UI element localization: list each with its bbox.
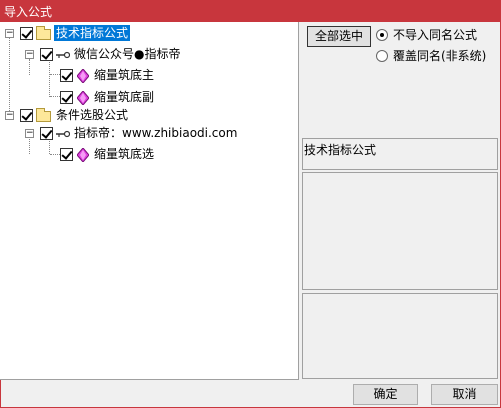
tree-checkbox[interactable] xyxy=(20,109,33,122)
gem-icon xyxy=(77,148,89,162)
tree-node-label[interactable]: 缩量筑底选 xyxy=(94,146,154,162)
select-all-button[interactable]: 全部选中 xyxy=(307,26,371,47)
tree-node-label[interactable]: 技术指标公式 xyxy=(54,25,131,41)
category-label: 技术指标公式 xyxy=(304,143,377,157)
tree-node-label[interactable]: 缩量筑底主 xyxy=(94,67,154,83)
collapse-toggle[interactable]: − xyxy=(5,29,14,38)
tree-checkbox[interactable] xyxy=(60,69,73,82)
category-panel: 技术指标公式 xyxy=(302,138,498,170)
collapse-toggle[interactable]: − xyxy=(25,50,34,59)
tree-node-formula[interactable]: 缩量筑底主 xyxy=(0,67,299,85)
tree-checkbox[interactable] xyxy=(20,27,33,40)
key-icon xyxy=(56,130,70,138)
gem-icon xyxy=(77,91,89,105)
tree-checkbox[interactable] xyxy=(60,148,73,161)
gem-icon xyxy=(77,69,89,83)
tree-checkbox[interactable] xyxy=(40,127,53,140)
title-bar[interactable]: 导入公式 xyxy=(0,0,501,22)
formula-info-panel xyxy=(302,172,498,290)
radio-overwrite-label[interactable]: 覆盖同名(非系统) xyxy=(393,48,486,64)
tree-node-label[interactable]: 缩量筑底副 xyxy=(94,89,154,105)
folder-icon xyxy=(36,108,51,122)
tree-node-zhibiaodi-site[interactable]: − 指标帝：www.zhibiaodi.com xyxy=(0,125,299,143)
tree-node-formula[interactable]: 缩量筑底选 xyxy=(0,146,299,164)
window-title: 导入公式 xyxy=(4,5,53,19)
radio-overwrite[interactable] xyxy=(376,50,388,62)
radio-no-import-label[interactable]: 不导入同名公式 xyxy=(393,27,477,43)
tree-checkbox[interactable] xyxy=(60,91,73,104)
key-icon xyxy=(56,51,70,59)
tree-node-label[interactable]: 条件选股公式 xyxy=(56,107,128,123)
formula-tree[interactable]: − 技术指标公式 − 微信公众号●指标帝 缩量筑底主 缩量筑底副 − 条件选股公… xyxy=(0,22,299,380)
ok-button[interactable]: 确定 xyxy=(353,384,418,405)
collapse-toggle[interactable]: − xyxy=(25,129,34,138)
tree-node-screening-formulas[interactable]: − 条件选股公式 xyxy=(0,107,299,125)
tree-node-label[interactable]: 指标帝：www.zhibiaodi.com xyxy=(74,125,237,141)
tree-node-formula[interactable]: 缩量筑底副 xyxy=(0,89,299,107)
radio-no-import[interactable] xyxy=(376,29,388,41)
tree-node-label[interactable]: 微信公众号●指标帝 xyxy=(74,46,180,62)
formula-description-panel xyxy=(302,293,498,379)
tree-node-wechat-indicator[interactable]: − 微信公众号●指标帝 xyxy=(0,46,299,64)
folder-icon xyxy=(36,26,51,40)
tree-node-tech-formulas[interactable]: − 技术指标公式 xyxy=(0,25,299,43)
tree-checkbox[interactable] xyxy=(40,48,53,61)
cancel-button[interactable]: 取消 xyxy=(431,384,498,405)
collapse-toggle[interactable]: − xyxy=(5,111,14,120)
